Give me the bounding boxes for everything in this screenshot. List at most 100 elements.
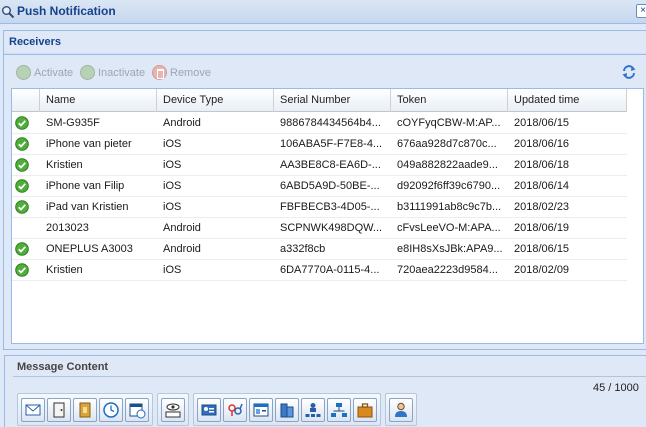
active-check-icon (15, 137, 29, 151)
grid-scroll-gutter (627, 89, 643, 343)
inactivate-button[interactable]: Inactivate (80, 65, 145, 81)
message-toolbar (17, 393, 417, 426)
window-titlebar: Push Notification × (0, 0, 646, 24)
receivers-title: Receivers (9, 36, 61, 48)
cell-serial-number: a332f8cb (280, 243, 326, 255)
cell-updated-time: 2018/06/15 (514, 243, 570, 255)
cell-token: cFvsLeeVO-M:APA... (397, 222, 501, 234)
cell-updated-time: 2018/06/15 (514, 117, 570, 129)
active-check-icon (15, 263, 29, 277)
window-title: Push Notification (17, 4, 116, 18)
refresh-icon[interactable] (621, 64, 637, 80)
table-row[interactable]: Kristien iOS 6DA7770A-0115-4... 720aea2223d… (12, 260, 627, 281)
grid-header: Name Device Type Serial Number Token Upd… (12, 89, 627, 112)
column-header-updated-time[interactable]: Updated time (508, 89, 627, 112)
id-card-button[interactable] (249, 398, 273, 422)
cell-serial-number: 6ABD5A9D-50BE-... (280, 180, 380, 192)
table-row[interactable]: 2013023 Android SCPNWK498DQW... cFvsLeeVO-M… (12, 218, 627, 239)
cell-device-type: iOS (163, 138, 182, 150)
building-button[interactable] (275, 398, 299, 422)
inactivate-icon (80, 65, 95, 80)
cell-serial-number: FBFBECB3-4D05-... (280, 201, 380, 213)
toolbar-group (385, 393, 417, 426)
clock-button[interactable] (99, 398, 123, 422)
status-column-header[interactable] (12, 89, 40, 112)
active-check-icon (15, 158, 29, 172)
cell-device-type: iOS (163, 159, 182, 171)
table-row[interactable]: iPhone van pieter iOS 106ABA5F-F7E8-4... 67… (12, 134, 627, 155)
table-row[interactable]: iPhone van Filip iOS 6ABD5A9D-50BE-... d920… (12, 176, 627, 197)
column-header-token[interactable]: Token (391, 89, 508, 112)
cell-name: 2013023 (46, 222, 89, 234)
message-content-panel: Message Content 45 / 1000 (4, 355, 646, 427)
calendar-clock-icon (129, 403, 146, 419)
remove-button[interactable]: Remove (152, 65, 211, 81)
cell-name: SM-G935F (46, 117, 100, 129)
message-content-title: Message Content (17, 361, 109, 373)
column-header-device-type[interactable]: Device Type (157, 89, 274, 112)
receivers-panel: Receivers Activate Inactivate Remove Nam… (3, 30, 646, 350)
org-chart-button[interactable] (327, 398, 351, 422)
inactivate-label: Inactivate (98, 67, 146, 79)
id-card-icon (253, 403, 269, 417)
contact-card-icon (201, 404, 217, 416)
box-icon (79, 402, 91, 418)
cell-serial-number: 6DA7770A-0115-4... (280, 264, 380, 276)
cell-serial-number: SCPNWK498DQW... (280, 222, 383, 234)
cell-token: e8IH8sXsJBk:APA9... (397, 243, 503, 255)
clock-icon (103, 402, 119, 418)
cell-token: d92092f6ff39c6790... (397, 180, 501, 192)
active-check-icon (15, 179, 29, 193)
eye-code-button[interactable] (161, 398, 185, 422)
cell-updated-time: 2018/02/09 (514, 264, 570, 276)
cell-token: 676aa928d7c870c... (397, 138, 497, 150)
cell-name: Kristien (46, 159, 83, 171)
cell-device-type: Android (163, 222, 201, 234)
briefcase-button[interactable] (353, 398, 377, 422)
calendar-clock-button[interactable] (125, 398, 149, 422)
gender-button[interactable] (223, 398, 247, 422)
eye-code-icon (165, 403, 181, 418)
cell-device-type: iOS (163, 264, 182, 276)
contact-card-button[interactable] (197, 398, 221, 422)
column-header-serial-number[interactable]: Serial Number (274, 89, 391, 112)
cell-serial-number: 9886784434564b4... (280, 117, 381, 129)
box-button[interactable] (73, 398, 97, 422)
door-icon (53, 402, 65, 418)
door-button[interactable] (47, 398, 71, 422)
org-chart-user-button[interactable] (301, 398, 325, 422)
cell-updated-time: 2018/06/19 (514, 222, 570, 234)
gender-icon (228, 403, 243, 416)
table-row[interactable]: Kristien iOS AA3BE8C8-EA6D-... 049a882822aa… (12, 155, 627, 176)
cell-device-type: iOS (163, 201, 182, 213)
active-check-icon (15, 200, 29, 214)
cell-name: iPad van Kristien (46, 201, 129, 213)
user-button[interactable] (389, 398, 413, 422)
trash-icon (152, 65, 167, 80)
activate-icon (16, 65, 31, 80)
cell-updated-time: 2018/06/16 (514, 138, 570, 150)
magnifier-app-icon (2, 6, 15, 19)
briefcase-icon (357, 403, 373, 418)
envelope-icon (25, 404, 41, 416)
active-check-icon (15, 242, 29, 256)
user-icon (395, 402, 407, 417)
activate-button[interactable]: Activate (16, 65, 73, 81)
cell-device-type: Android (163, 243, 201, 255)
column-header-name[interactable]: Name (40, 89, 157, 112)
cell-device-type: iOS (163, 180, 182, 192)
cell-token: b3111991ab8c9c7b... (397, 201, 502, 213)
table-row[interactable]: iPad van Kristien iOS FBFBECB3-4D05-... b31… (12, 197, 627, 218)
cell-device-type: Android (163, 117, 201, 129)
cell-name: Kristien (46, 264, 83, 276)
toolbar-group (193, 393, 381, 426)
receivers-toolbar: Activate Inactivate Remove (4, 59, 644, 87)
table-row[interactable]: ONEPLUS A3003 Android a332f8cb e8IH8sXsJBk:… (12, 239, 627, 260)
table-row[interactable]: SM-G935F Android 9886784434564b4... cOYFyqC… (12, 113, 627, 134)
section-divider (4, 52, 646, 55)
close-button[interactable]: × (636, 4, 646, 18)
cell-token: cOYFyqCBW-M:AP... (397, 117, 501, 129)
envelope-button[interactable] (21, 398, 45, 422)
cell-serial-number: AA3BE8C8-EA6D-... (280, 159, 381, 171)
cell-serial-number: 106ABA5F-F7E8-4... (280, 138, 383, 150)
